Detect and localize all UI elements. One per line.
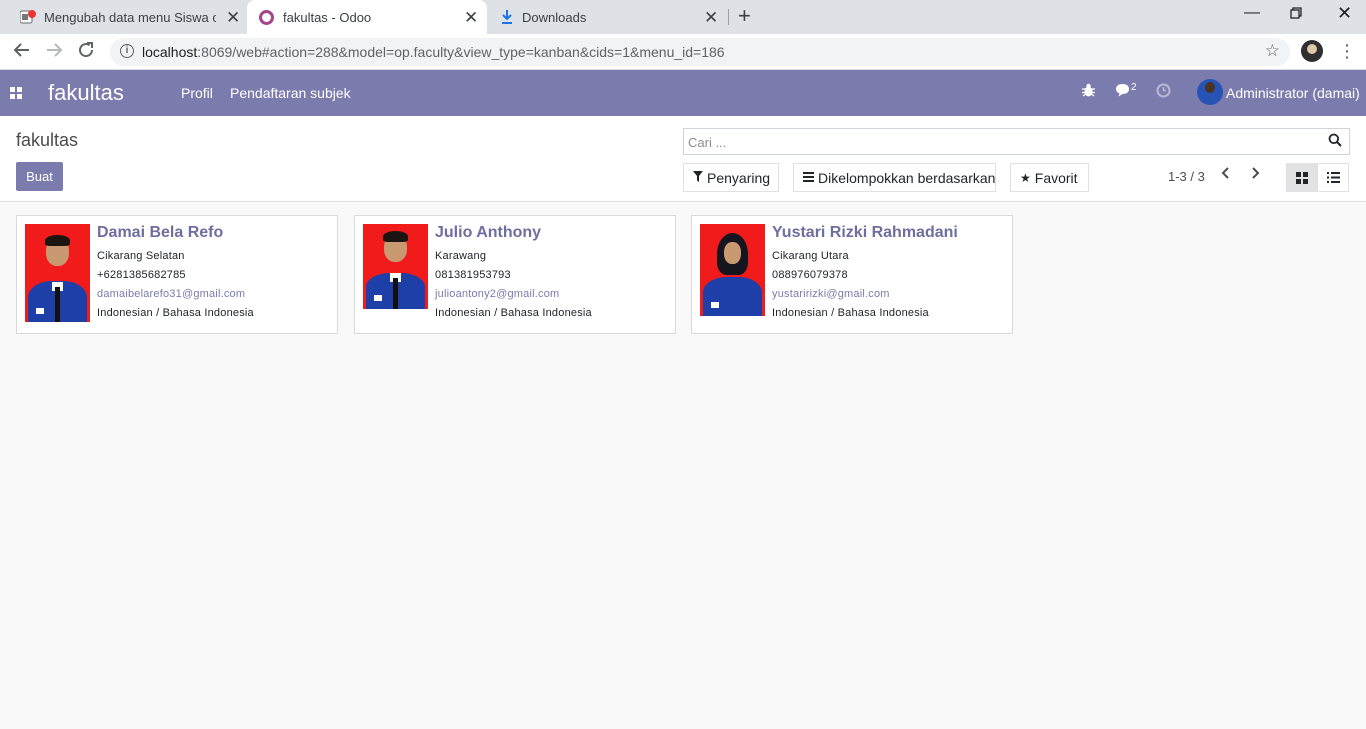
apps-grid-icon[interactable] — [10, 87, 22, 99]
faculty-phone: 081381953793 — [435, 269, 511, 281]
faculty-photo — [363, 224, 428, 309]
browser-tab-mengubah[interactable]: Mengubah data menu Siswa on ✕ — [8, 0, 246, 34]
faculty-name: Damai Bela Refo — [97, 224, 224, 241]
bars-icon — [803, 171, 814, 185]
browser-tab-fakultas[interactable]: fakultas - Odoo ✕ — [247, 0, 487, 34]
window-close-icon[interactable]: ✕ — [1337, 3, 1352, 24]
group-by-button[interactable]: Dikelompokkan berdasarkan — [793, 163, 996, 192]
forward-arrow-icon[interactable] — [45, 41, 63, 63]
url-path: :8069/web#action=288&model=op.faculty&vi… — [197, 44, 725, 60]
faculty-city: Karawang — [435, 250, 487, 262]
tab-title: fakultas - Odoo — [283, 9, 372, 25]
pager-previous-icon[interactable] — [1221, 166, 1231, 185]
new-tab-icon[interactable]: + — [738, 5, 751, 27]
kanban-view-button[interactable] — [1286, 163, 1318, 192]
filters-label: Penyaring — [707, 169, 771, 186]
breadcrumb: fakultas — [16, 130, 79, 150]
close-tab-icon[interactable]: ✕ — [464, 9, 478, 26]
download-icon — [500, 9, 514, 28]
odoo-main-navbar: fakultas Profil Pendaftaran subjek 2 Adm… — [0, 70, 1366, 116]
tab-title: Mengubah data menu Siswa on — [44, 9, 216, 25]
faculty-name: Yustari Rizki Rahmadani — [772, 224, 958, 241]
kebab-menu-icon[interactable]: ⋮ — [1338, 41, 1356, 61]
site-info-icon[interactable]: i — [120, 44, 134, 58]
faculty-city: Cikarang Utara — [772, 250, 849, 262]
faculty-phone: 088976079378 — [772, 269, 848, 281]
app-brand[interactable]: fakultas — [48, 80, 124, 106]
faculty-language: Indonesian / Bahasa Indonesia — [772, 307, 929, 319]
user-avatar[interactable] — [1197, 79, 1223, 105]
faculty-email[interactable]: yustaririzki@gmail.com — [772, 288, 890, 300]
browser-tab-downloads[interactable]: Downloads ✕ — [488, 0, 726, 34]
url-host: localhost — [142, 44, 198, 60]
faculty-photo — [25, 224, 90, 322]
kanban-card-faculty[interactable]: Yustari Rizki Rahmadani Cikarang Utara 0… — [691, 215, 1013, 334]
minimize-icon[interactable]: — — [1244, 4, 1260, 22]
kanban-card-faculty[interactable]: Julio Anthony Karawang 081381953793 juli… — [354, 215, 676, 334]
bookmark-star-icon[interactable]: ☆ — [1265, 41, 1280, 61]
debug-bug-icon[interactable] — [1081, 83, 1096, 102]
list-view-button[interactable] — [1317, 163, 1349, 192]
pager-value[interactable]: 1-3 / 3 — [1168, 169, 1205, 184]
funnel-icon — [693, 170, 703, 185]
faculty-language: Indonesian / Bahasa Indonesia — [435, 307, 592, 319]
chrome-profile-avatar[interactable] — [1301, 40, 1323, 62]
search-icon[interactable] — [1328, 133, 1344, 149]
activity-clock-icon[interactable] — [1156, 83, 1171, 102]
kanban-card-faculty[interactable]: Damai Bela Refo Cikarang Selatan +628138… — [16, 215, 338, 334]
tab-title: Downloads — [522, 9, 587, 25]
search-bar — [683, 128, 1350, 155]
faculty-language: Indonesian / Bahasa Indonesia — [97, 307, 254, 319]
back-arrow-icon[interactable] — [13, 41, 31, 63]
create-button[interactable]: Buat — [16, 162, 63, 191]
reload-icon[interactable] — [77, 41, 95, 63]
list-icon — [1327, 172, 1340, 183]
favorites-button[interactable]: ★ Favorit — [1010, 163, 1089, 192]
chat-messages-icon[interactable] — [1115, 83, 1132, 102]
kanban-grid-icon — [1296, 172, 1308, 184]
url-text[interactable]: localhost:8069/web#action=288&model=op.f… — [142, 44, 725, 60]
odoo-favicon-icon — [259, 10, 274, 25]
faculty-photo — [700, 224, 765, 316]
close-tab-icon[interactable]: ✕ — [226, 9, 240, 26]
faculty-email[interactable]: damaibelarefo31@gmail.com — [97, 288, 245, 300]
search-input[interactable] — [688, 132, 1318, 152]
browser-tab-strip: Mengubah data menu Siswa on ✕ fakultas -… — [0, 0, 1366, 34]
faculty-city: Cikarang Selatan — [97, 250, 185, 262]
menu-item-profil[interactable]: Profil — [181, 85, 213, 101]
restore-icon[interactable] — [1290, 6, 1302, 24]
menu-item-pendaftaran-subjek[interactable]: Pendaftaran subjek — [230, 85, 351, 101]
youtube-favicon-icon — [19, 10, 36, 24]
faculty-email[interactable]: julioantony2@gmail.com — [435, 288, 559, 300]
favorites-label: Favorit — [1034, 169, 1078, 186]
group-by-label: Dikelompokkan berdasarkan — [818, 169, 996, 186]
user-menu-name[interactable]: Administrator (damai) — [1226, 85, 1360, 101]
pager-next-icon[interactable] — [1250, 166, 1260, 185]
address-bar[interactable]: i localhost:8069/web#action=288&model=op… — [110, 38, 1290, 66]
browser-toolbar: i localhost:8069/web#action=288&model=op… — [0, 34, 1366, 70]
filters-button[interactable]: Penyaring — [683, 163, 779, 192]
close-tab-icon[interactable]: ✕ — [704, 9, 718, 26]
faculty-name: Julio Anthony — [435, 224, 542, 241]
faculty-phone: +6281385682785 — [97, 269, 186, 281]
star-icon: ★ — [1020, 170, 1031, 185]
control-panel: fakultas Buat Penyaring Dikelompokkan be… — [0, 116, 1366, 202]
chat-counter-badge: 2 — [1131, 82, 1137, 93]
tab-separator — [728, 9, 729, 25]
